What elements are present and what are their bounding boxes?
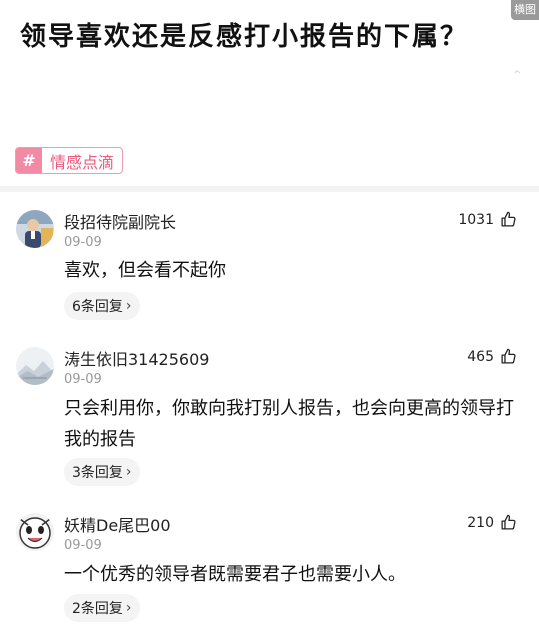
view-replies-button[interactable]: 2条回复 ›: [64, 594, 140, 622]
thumbs-up-icon: [501, 348, 516, 364]
like-button[interactable]: 210: [467, 514, 517, 531]
comment-content: 一个优秀的领导者既需要君子也需要小人。: [64, 564, 406, 585]
caret-mark-icon: ^: [513, 70, 521, 80]
topic-label: 情感点滴: [50, 152, 115, 172]
chevron-right-icon: ›: [125, 298, 132, 314]
comment-date: 09-09: [64, 235, 102, 250]
comment-username[interactable]: 涛生依旧31425609: [64, 346, 209, 370]
avatar[interactable]: [16, 210, 54, 248]
comment-date: 09-09: [64, 538, 102, 553]
like-button[interactable]: 465: [467, 348, 517, 365]
reply-count-label: 3条回复: [72, 465, 123, 481]
like-count: 1031: [458, 211, 494, 228]
reply-count-label: 6条回复: [72, 299, 123, 315]
section-divider: [0, 186, 539, 192]
comment-username[interactable]: 段招待院副院长: [64, 209, 176, 233]
avatar[interactable]: [16, 513, 54, 551]
comment-username[interactable]: 妖精De尾巴00: [64, 512, 171, 536]
comment-content: 喜欢，但会看不起你: [64, 260, 226, 281]
reply-count-label: 2条回复: [72, 601, 123, 617]
thumbs-up-icon: [501, 211, 516, 227]
comment-content: 只会利用你，你敢向我打别人报告，也会向更高的领导打我的报告: [64, 398, 514, 450]
view-replies-button[interactable]: 3条回复 ›: [64, 458, 140, 486]
like-button[interactable]: 1031: [458, 211, 517, 228]
avatar[interactable]: [16, 347, 54, 385]
chevron-right-icon: ›: [125, 464, 132, 480]
thumbs-up-icon: [501, 514, 516, 530]
question-title: 领导喜欢还是反感打小报告的下属？: [20, 22, 469, 52]
chevron-right-icon: ›: [125, 600, 132, 616]
topic-tag[interactable]: # 情感点滴: [15, 147, 124, 174]
landscape-badge[interactable]: 横图: [511, 0, 539, 20]
view-replies-button[interactable]: 6条回复 ›: [64, 292, 140, 320]
like-count: 465: [467, 348, 494, 365]
comment-date: 09-09: [64, 372, 102, 387]
hash-icon: #: [16, 148, 42, 173]
like-count: 210: [467, 514, 494, 531]
